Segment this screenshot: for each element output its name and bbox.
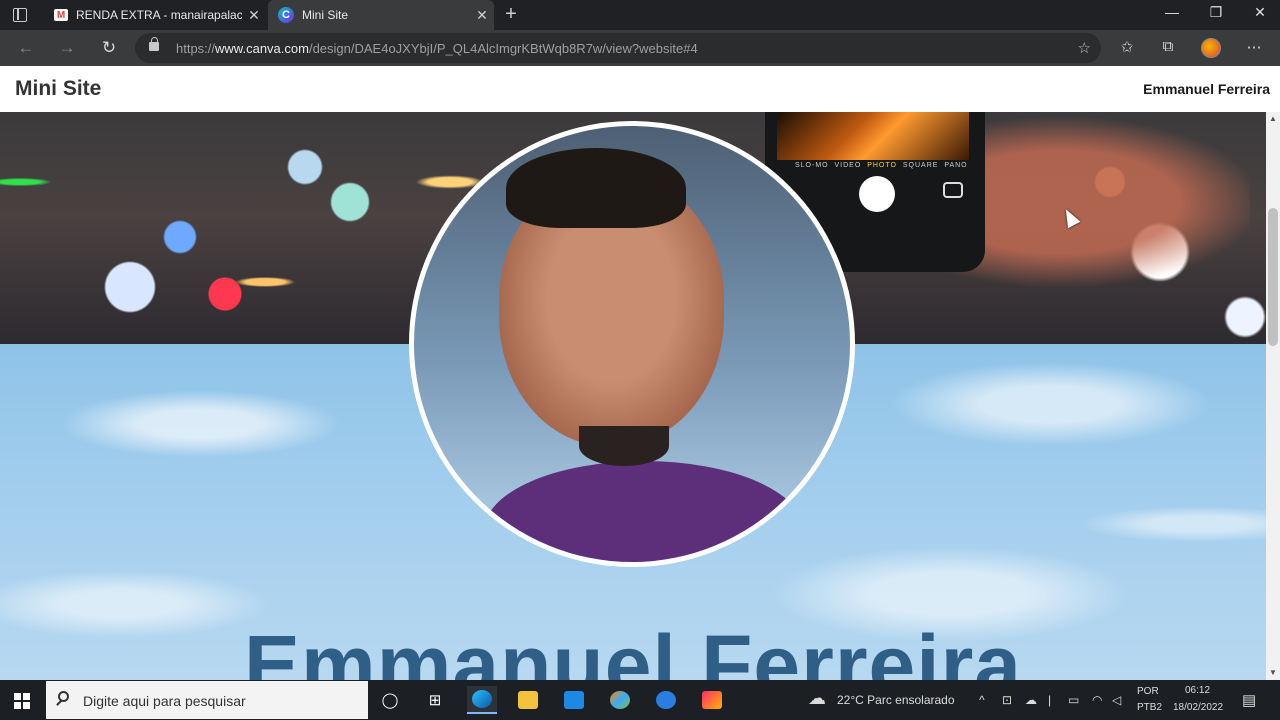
file-explorer-icon[interactable]	[513, 686, 543, 714]
network-adapter-icon[interactable]: ⊡	[1002, 693, 1012, 707]
search-icon	[58, 691, 69, 702]
tab-title: Mini Site	[302, 8, 349, 22]
tab-actions-icon[interactable]	[13, 8, 27, 22]
search-placeholder: Digite aqui para pesquisar	[83, 693, 246, 709]
camera-modes: SLO-MO VIDEO PHOTO SQUARE PANO	[795, 162, 968, 169]
scroll-up-arrow-icon[interactable]: ▲	[1266, 112, 1280, 126]
cortana-icon[interactable]: ◯	[375, 686, 405, 714]
teams-app-icon[interactable]	[651, 686, 681, 714]
photo-app-icon[interactable]	[697, 686, 727, 714]
paint-app-icon[interactable]	[605, 686, 635, 714]
notifications-icon[interactable]: ▤	[1242, 691, 1256, 709]
windows-start-icon[interactable]	[14, 693, 30, 709]
show-hidden-icons-icon[interactable]: ^	[979, 693, 985, 707]
profile-avatar[interactable]	[1201, 38, 1221, 58]
collections-icon[interactable]: ⧉	[1157, 38, 1179, 55]
shutter-icon	[859, 176, 895, 212]
favorites-icon[interactable]: ✩	[1116, 38, 1138, 56]
scroll-down-arrow-icon[interactable]: ▼	[1266, 666, 1280, 680]
reload-button[interactable]: ↻	[97, 38, 121, 58]
hair-shape	[506, 148, 686, 228]
tab-mini-site[interactable]: C Mini Site ✕	[268, 0, 494, 30]
profile-photo	[409, 121, 855, 567]
site-title: Mini Site	[15, 77, 102, 100]
language-indicator[interactable]: POR	[1137, 686, 1159, 697]
gmail-icon: M	[54, 9, 68, 21]
close-icon[interactable]: ✕	[242, 7, 266, 24]
mail-icon[interactable]	[559, 686, 589, 714]
tab-title: RENDA EXTRA - manairapalacer	[76, 8, 242, 22]
weather-icon[interactable]: ☁	[808, 688, 826, 709]
scrollbar-thumb[interactable]	[1268, 208, 1278, 346]
close-window-button[interactable]: ✕	[1240, 4, 1280, 21]
keyboard-layout-indicator[interactable]: PTB2	[1137, 702, 1162, 713]
wifi-icon[interactable]: ◠	[1092, 693, 1102, 707]
edge-browser-icon[interactable]	[467, 686, 497, 714]
url-text[interactable]: https://www.canva.com/design/DAE4oJXYbjI…	[176, 41, 698, 56]
add-favorite-icon[interactable]: ☆	[1078, 39, 1091, 57]
volume-icon[interactable]: ◁	[1112, 693, 1121, 707]
task-view-icon[interactable]: ⊞	[420, 686, 450, 714]
browser-toolbar: ← → ↻ https://www.canva.com/design/DAE4o…	[0, 30, 1280, 66]
onedrive-icon[interactable]: ☁	[1025, 693, 1037, 707]
page-content: SLO-MO VIDEO PHOTO SQUARE PANO Emmanuel …	[0, 112, 1266, 680]
minimize-button[interactable]: —	[1152, 4, 1192, 20]
battery-icon[interactable]: ▭	[1068, 693, 1079, 707]
clock-time[interactable]: 06:12	[1185, 685, 1210, 696]
camera-flip-icon	[943, 182, 963, 198]
windows-taskbar: Digite aqui para pesquisar ◯ ⊞ ☁ 22°C Pa…	[0, 680, 1280, 720]
page-scrollbar[interactable]: ▲ ▼	[1266, 112, 1280, 680]
address-bar[interactable]: https://www.canva.com/design/DAE4oJXYbjI…	[135, 33, 1101, 63]
site-header: Mini Site Emmanuel Ferreira	[0, 66, 1280, 113]
phone-screen	[777, 112, 969, 160]
site-author-link[interactable]: Emmanuel Ferreira	[1143, 81, 1270, 97]
forward-button[interactable]: →	[55, 38, 79, 58]
clock-date[interactable]: 18/02/2022	[1173, 702, 1223, 713]
tab-renda-extra[interactable]: M RENDA EXTRA - manairapalacer ✕	[44, 0, 266, 30]
microphone-icon[interactable]: |	[1048, 693, 1051, 707]
weather-text[interactable]: 22°C Parc ensolarado	[837, 693, 955, 707]
restore-button[interactable]: ❐	[1196, 4, 1236, 21]
browser-tab-strip: M RENDA EXTRA - manairapalacer ✕ C Mini …	[0, 0, 1280, 30]
canva-icon: C	[278, 7, 294, 23]
more-options-icon[interactable]: ⋯	[1243, 38, 1265, 56]
lock-icon[interactable]	[149, 37, 159, 51]
hero-name: Emmanuel Ferreira	[243, 618, 1022, 680]
new-tab-button[interactable]: +	[500, 3, 522, 26]
taskbar-search-box[interactable]: Digite aqui para pesquisar	[46, 681, 368, 719]
shirt-shape	[484, 461, 804, 562]
beard-shape	[579, 426, 669, 466]
back-button[interactable]: ←	[14, 38, 38, 58]
close-icon[interactable]: ✕	[470, 7, 494, 24]
